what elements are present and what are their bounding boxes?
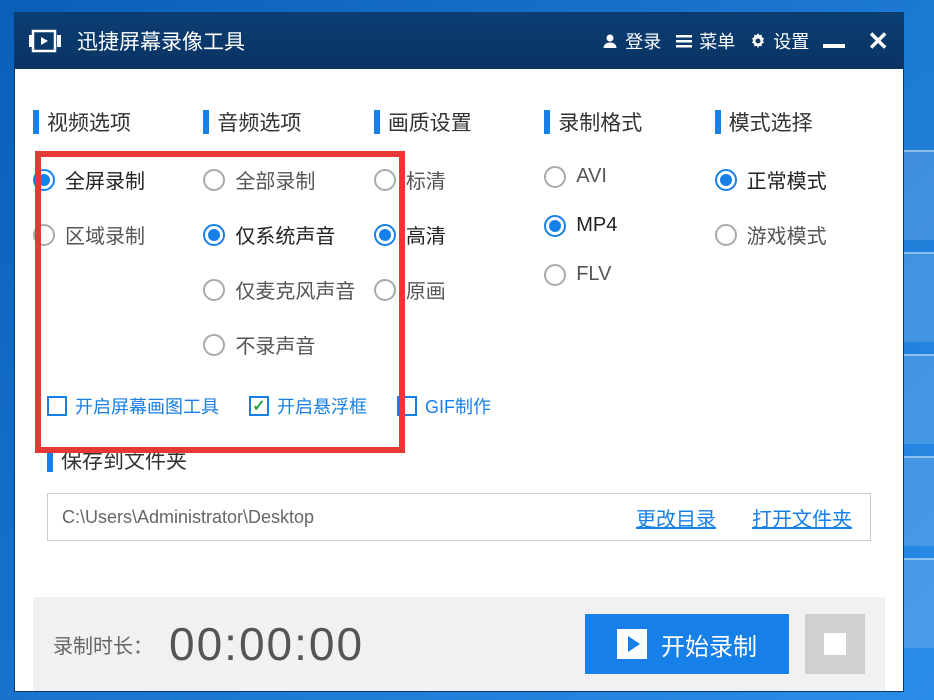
mode-normal-radio[interactable]: 正常模式 xyxy=(715,165,885,194)
settings-label: 设置 xyxy=(773,28,809,54)
path-row: 更改目录 打开文件夹 xyxy=(47,493,871,541)
user-icon xyxy=(601,32,619,50)
video-options-column: 视频选项 全屏录制 区域录制 xyxy=(33,107,203,385)
video-options-header: 视频选项 xyxy=(33,107,203,137)
settings-button[interactable]: 设置 xyxy=(749,28,809,54)
list-icon xyxy=(675,32,693,50)
audio-options-header: 音频选项 xyxy=(203,107,373,137)
options-row: 视频选项 全屏录制 区域录制 音频选项 全部录制 仅系统声音 仅麦克风声音 不录… xyxy=(33,69,885,385)
app-logo-icon xyxy=(29,27,63,55)
audio-none-radio[interactable]: 不录声音 xyxy=(203,330,373,359)
mode-options-column: 模式选择 正常模式 游戏模式 xyxy=(715,107,885,385)
save-path-input[interactable] xyxy=(48,494,618,540)
format-flv-radio[interactable]: FLV xyxy=(544,263,714,286)
save-section: 保存到文件夹 更改目录 打开文件夹 xyxy=(33,439,885,541)
mode-game-radio[interactable]: 游戏模式 xyxy=(715,220,885,249)
float-box-checkbox[interactable]: ✓ 开启悬浮框 xyxy=(249,393,367,419)
titlebar: 迅捷屏幕录像工具 登录 菜单 设置 ✕ xyxy=(15,13,903,69)
app-window: 迅捷屏幕录像工具 登录 菜单 设置 ✕ 视频选项 全屏录制 xyxy=(14,12,904,692)
start-record-button[interactable]: 开始录制 xyxy=(585,614,789,674)
gif-checkbox[interactable]: GIF制作 xyxy=(397,393,491,419)
login-button[interactable]: 登录 xyxy=(601,28,661,54)
checks-row: 开启屏幕画图工具 ✓ 开启悬浮框 GIF制作 xyxy=(33,385,885,439)
footer: 录制时长： 00:00:00 开始录制 xyxy=(33,597,885,691)
audio-options-column: 音频选项 全部录制 仅系统声音 仅麦克风声音 不录声音 xyxy=(203,107,373,385)
checkbox-icon xyxy=(397,396,417,416)
menu-button[interactable]: 菜单 xyxy=(675,28,735,54)
record-duration-time: 00:00:00 xyxy=(169,617,364,671)
menu-label: 菜单 xyxy=(699,28,735,54)
quality-sd-radio[interactable]: 标清 xyxy=(374,165,544,194)
quality-options-header: 画质设置 xyxy=(374,107,544,137)
checkbox-icon: ✓ xyxy=(249,396,269,416)
change-dir-link[interactable]: 更改目录 xyxy=(636,503,716,532)
audio-mic-radio[interactable]: 仅麦克风声音 xyxy=(203,275,373,304)
quality-options-column: 画质设置 标清 高清 原画 xyxy=(374,107,544,385)
draw-tool-checkbox[interactable]: 开启屏幕画图工具 xyxy=(47,393,219,419)
checkbox-icon xyxy=(47,396,67,416)
login-label: 登录 xyxy=(625,28,661,54)
play-icon xyxy=(617,629,647,659)
audio-system-radio[interactable]: 仅系统声音 xyxy=(203,220,373,249)
gear-icon xyxy=(749,32,767,50)
app-title: 迅捷屏幕录像工具 xyxy=(77,26,245,56)
video-fullscreen-radio[interactable]: 全屏录制 xyxy=(33,165,203,194)
format-options-header: 录制格式 xyxy=(544,107,714,137)
minimize-button[interactable] xyxy=(823,44,845,48)
format-avi-radio[interactable]: AVI xyxy=(544,165,714,188)
video-region-radio[interactable]: 区域录制 xyxy=(33,220,203,249)
format-options-column: 录制格式 AVI MP4 FLV xyxy=(544,107,714,385)
open-folder-link[interactable]: 打开文件夹 xyxy=(752,503,852,532)
quality-original-radio[interactable]: 原画 xyxy=(374,275,544,304)
desktop-stripes xyxy=(904,140,934,700)
content-area: 视频选项 全屏录制 区域录制 音频选项 全部录制 仅系统声音 仅麦克风声音 不录… xyxy=(15,69,903,691)
stop-record-button[interactable] xyxy=(805,614,865,674)
format-mp4-radio[interactable]: MP4 xyxy=(544,214,714,237)
record-duration-label: 录制时长： xyxy=(53,630,153,659)
audio-all-radio[interactable]: 全部录制 xyxy=(203,165,373,194)
mode-options-header: 模式选择 xyxy=(715,107,885,137)
quality-hd-radio[interactable]: 高清 xyxy=(374,220,544,249)
close-button[interactable]: ✕ xyxy=(867,26,889,57)
save-header: 保存到文件夹 xyxy=(47,445,871,475)
